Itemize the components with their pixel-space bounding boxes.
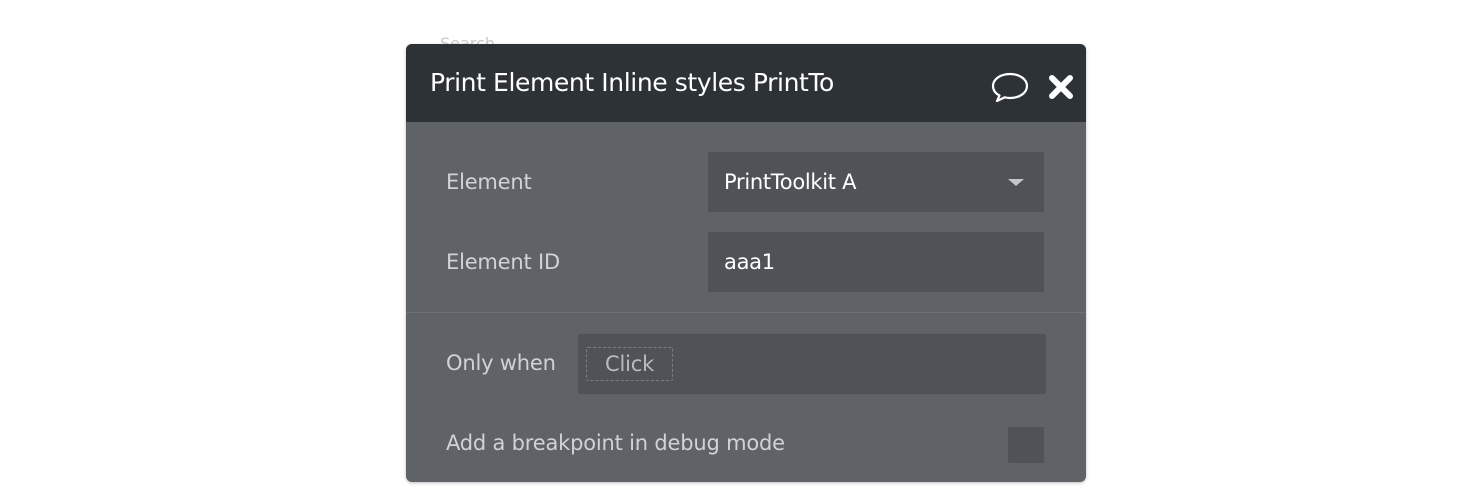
section-divider (406, 312, 1086, 313)
element-dropdown-value: PrintToolkit A (724, 170, 857, 194)
element-id-label: Element ID (446, 250, 560, 274)
breakpoint-checkbox[interactable] (1008, 427, 1044, 463)
element-dropdown[interactable]: PrintToolkit A (708, 152, 1044, 212)
canvas: Search Print Element Inline styles Print… (0, 0, 1482, 498)
breakpoint-label: Add a breakpoint in debug mode (446, 431, 785, 455)
chevron-down-icon (1008, 179, 1024, 186)
element-id-input[interactable]: aaa1 (708, 232, 1044, 292)
only-when-label: Only when (446, 351, 556, 375)
comment-icon[interactable] (990, 70, 1030, 104)
click-placeholder-token[interactable]: Click (586, 347, 674, 381)
action-property-panel: Print Element Inline styles PrintTo Elem… (406, 44, 1086, 482)
panel-title: Print Element Inline styles PrintTo (430, 68, 834, 97)
only-when-condition-field[interactable]: Click (578, 334, 1046, 394)
panel-header: Print Element Inline styles PrintTo (406, 44, 1086, 122)
close-icon[interactable] (1044, 70, 1078, 104)
element-label: Element (446, 170, 532, 194)
